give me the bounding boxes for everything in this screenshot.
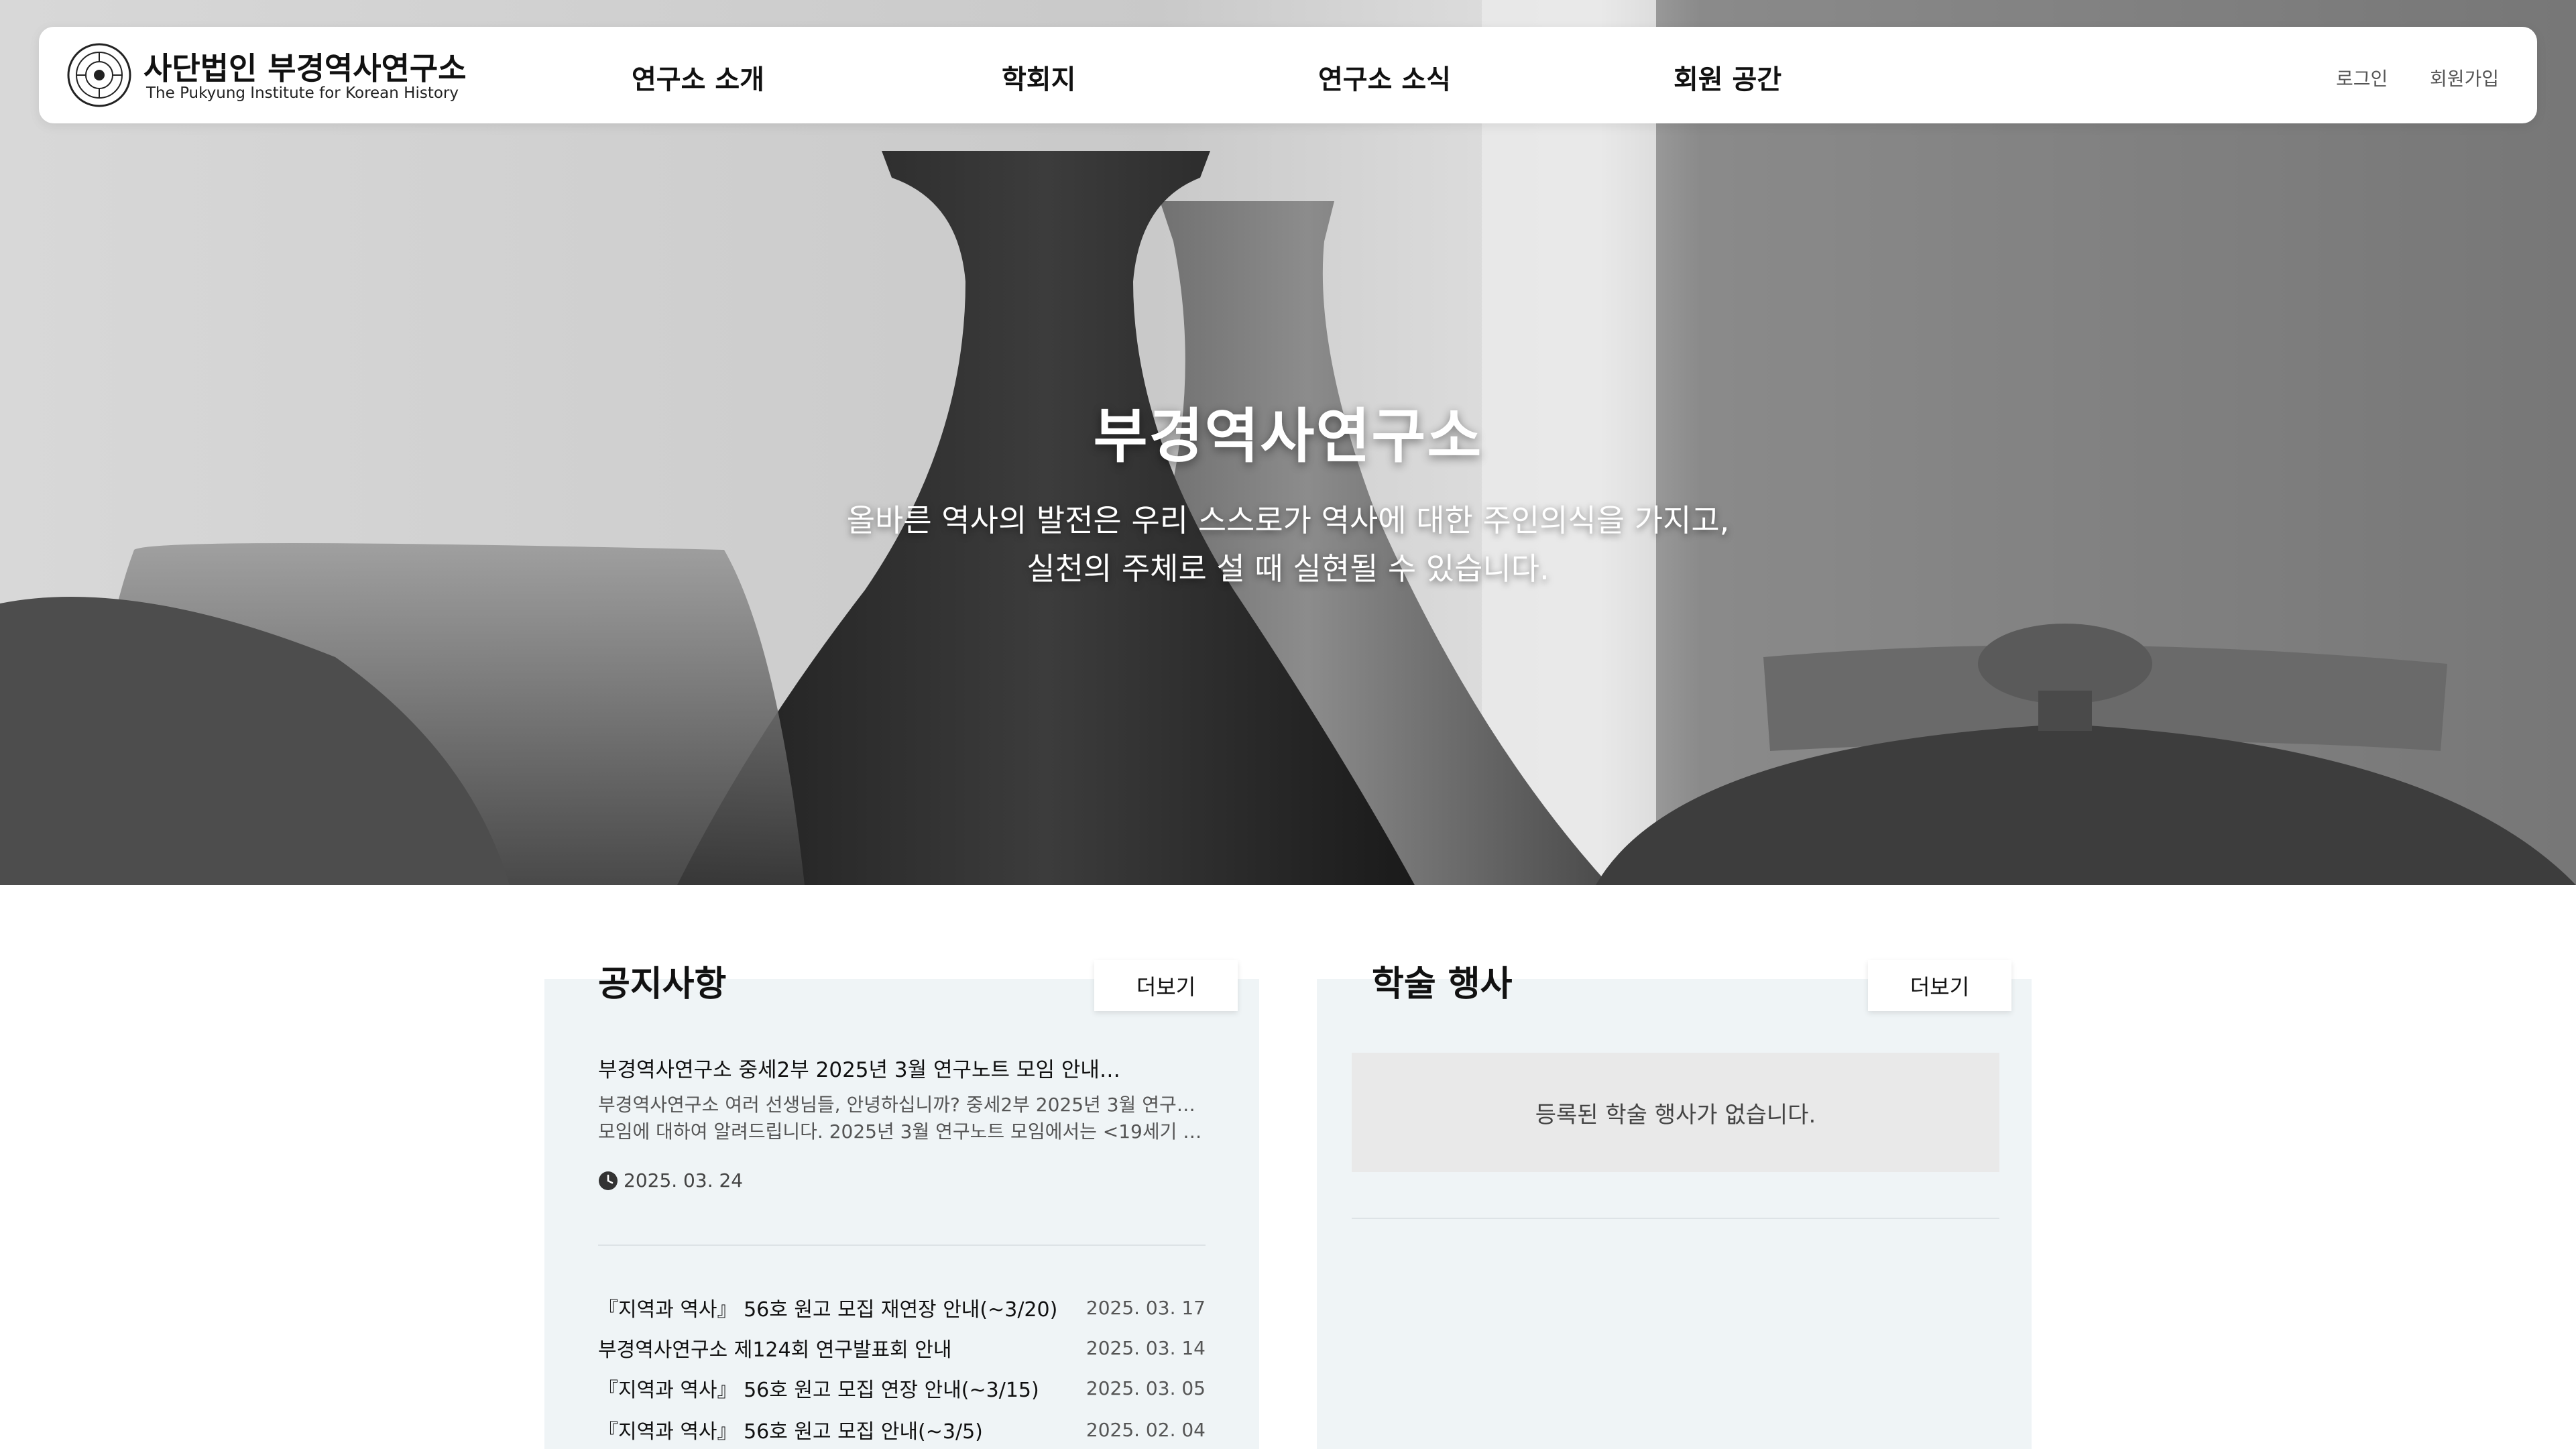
- featured-notice-title[interactable]: 부경역사연구소 중세2부 2025년 3월 연구노트 모임 안내…: [598, 1053, 1202, 1083]
- events-title: 학술 행사: [1372, 964, 1513, 1004]
- notice-item-date: 2025. 03. 14: [1086, 1336, 1206, 1359]
- notice-list-item[interactable]: 『지역과 역사』 56호 원고 모집 안내(~3/5) 2025. 02. 04: [598, 1415, 1206, 1444]
- site-header: 사단법인 부경역사연구소 The Pukyung Institute for K…: [39, 27, 2537, 123]
- nav-item-journal[interactable]: 학회지: [1002, 58, 1075, 97]
- logo-title[interactable]: 사단법인 부경역사연구소: [143, 44, 467, 89]
- notice-list-item[interactable]: 『지역과 역사』 56호 원고 모집 재연장 안내(~3/20) 2025. 0…: [598, 1293, 1206, 1322]
- events-panel: [1317, 979, 2032, 1449]
- notice-item-title: 『지역과 역사』 56호 원고 모집 안내(~3/5): [598, 1420, 983, 1444]
- clock-icon: [599, 1171, 618, 1190]
- notice-item-date: 2025. 03. 17: [1086, 1296, 1206, 1319]
- hero-subtitle-line-2: 실천의 주체로 설 때 실현될 수 있습니다.: [1027, 550, 1549, 587]
- notice-title: 공지사항: [598, 964, 727, 1004]
- notice-list-item[interactable]: 부경역사연구소 제124회 연구발표회 안내 2025. 03. 14: [598, 1333, 1206, 1363]
- featured-notice-date-row: 2025. 03. 24: [598, 1169, 743, 1192]
- logo-subtitle: The Pukyung Institute for Korean History: [146, 84, 459, 102]
- notice-more-button[interactable]: 더보기: [1094, 960, 1238, 1011]
- hero-subtitle: 올바른 역사의 발전은 우리 스스로가 역사에 대한 주인의식을 가지고, 실천…: [0, 496, 2576, 593]
- nav-item-news[interactable]: 연구소 소식: [1318, 58, 1451, 97]
- featured-notice-date: 2025. 03. 24: [624, 1169, 744, 1192]
- events-empty-state: 등록된 학술 행사가 없습니다.: [1352, 1053, 1999, 1172]
- nav-item-members[interactable]: 회원 공간: [1674, 58, 1781, 97]
- notice-item-title: 『지역과 역사』 56호 원고 모집 재연장 안내(~3/20): [598, 1298, 1058, 1322]
- nav-item-about[interactable]: 연구소 소개: [632, 58, 764, 97]
- featured-notice-excerpt-line-2: 모임에 대하여 알려드립니다. 2025년 3월 연구노트 모임에서는 <19세…: [598, 1120, 1206, 1143]
- notice-item-title: 부경역사연구소 제124회 연구발표회 안내: [598, 1338, 952, 1362]
- notice-item-date: 2025. 03. 05: [1086, 1377, 1206, 1399]
- hero-subtitle-line-1: 올바른 역사의 발전은 우리 스스로가 역사에 대한 주인의식을 가지고,: [846, 502, 1730, 538]
- hero-banner: 부경역사연구소 올바른 역사의 발전은 우리 스스로가 역사에 대한 주인의식을…: [0, 0, 2576, 885]
- notice-divider: [598, 1244, 1206, 1246]
- hero-title: 부경역사연구소: [1093, 402, 1483, 471]
- featured-notice-excerpt-line-1: 부경역사연구소 여러 선생님들, 안녕하십니까? 중세2부 2025년 3월 연…: [598, 1094, 1206, 1116]
- events-divider: [1352, 1218, 1999, 1219]
- notice-item-title: 『지역과 역사』 56호 원고 모집 연장 안내(~3/15): [598, 1379, 1039, 1402]
- featured-notice-excerpt: 부경역사연구소 여러 선생님들, 안녕하십니까? 중세2부 2025년 3월 연…: [598, 1092, 1206, 1145]
- login-link[interactable]: 로그인: [2336, 64, 2388, 91]
- signup-link[interactable]: 회원가입: [2430, 64, 2499, 91]
- institute-seal-icon[interactable]: [66, 42, 133, 109]
- notice-list-item[interactable]: 『지역과 역사』 56호 원고 모집 연장 안내(~3/15) 2025. 03…: [598, 1373, 1206, 1403]
- events-more-button[interactable]: 더보기: [1868, 960, 2011, 1011]
- notice-item-date: 2025. 02. 04: [1086, 1418, 1206, 1441]
